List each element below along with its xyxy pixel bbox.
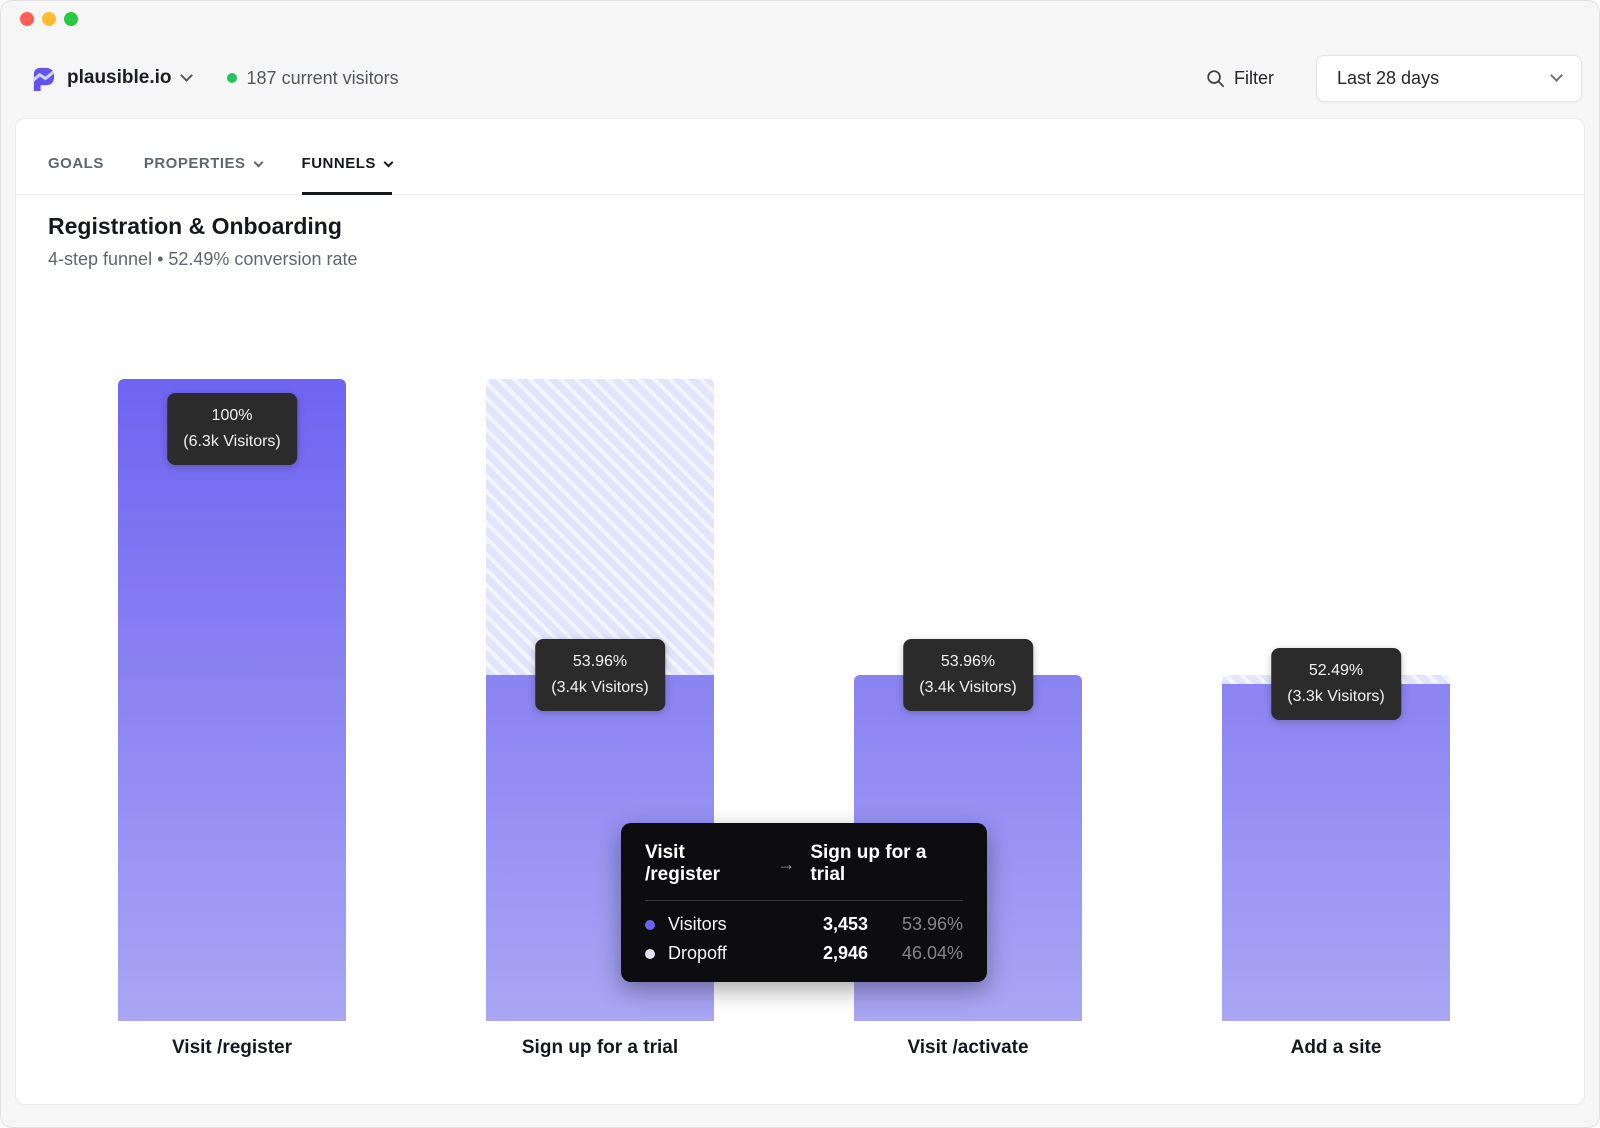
- site-name: plausible.io: [67, 67, 172, 89]
- filter-button[interactable]: Filter: [1206, 68, 1274, 89]
- tooltip-from-step: Visit /register: [645, 842, 762, 886]
- badge-percent: 53.96%: [551, 649, 649, 675]
- bar-value-badge: 53.96%(3.4k Visitors): [903, 639, 1033, 711]
- funnel-step-label: Sign up for a trial: [522, 1037, 678, 1059]
- current-visitors: 187 current visitors: [227, 68, 399, 89]
- tooltip-header: Visit /register → Sign up for a trial: [645, 842, 963, 886]
- minimize-button[interactable]: [42, 12, 56, 26]
- bar-value-badge: 52.49%(3.3k Visitors): [1271, 648, 1401, 720]
- badge-percent: 100%: [183, 403, 281, 429]
- visitors-row-value: 3,453: [772, 914, 868, 935]
- zoom-button[interactable]: [64, 12, 78, 26]
- dropoff-row-value: 2,946: [772, 943, 868, 964]
- window-titlebar: [0, 0, 1600, 38]
- badge-visitors: (3.4k Visitors): [919, 675, 1017, 701]
- chevron-down-icon: [180, 69, 193, 82]
- close-button[interactable]: [20, 12, 34, 26]
- date-range-select[interactable]: Last 28 days: [1316, 55, 1582, 102]
- funnel-step-label: Visit /activate: [907, 1037, 1028, 1059]
- visitors-row-label: Visitors: [668, 914, 727, 935]
- bar-value-badge: 53.96%(3.4k Visitors): [535, 639, 665, 711]
- site-switcher[interactable]: plausible.io: [30, 65, 191, 92]
- app-header: plausible.io 187 current visitors Filter…: [0, 38, 1600, 118]
- badge-visitors: (3.4k Visitors): [551, 675, 649, 701]
- funnel-bar[interactable]: [1222, 684, 1450, 1021]
- tooltip-divider: [645, 900, 963, 901]
- current-visitors-label: 187 current visitors: [247, 68, 399, 89]
- dropoff-row-percent: 46.04%: [868, 943, 963, 964]
- funnel-tooltip: Visit /register → Sign up for a trial Vi…: [621, 823, 987, 982]
- badge-percent: 52.49%: [1287, 658, 1385, 684]
- funnel-bar-dropoff-area[interactable]: [486, 379, 714, 675]
- arrow-right-icon: →: [777, 854, 795, 875]
- visitors-dot-icon: [645, 920, 655, 930]
- funnel-card: GOALSPROPERTIESFUNNELS Registration & On…: [15, 118, 1585, 1105]
- tooltip-visitors-row: Visitors 3,453 53.96%: [645, 914, 963, 935]
- dropoff-dot-icon: [645, 949, 655, 959]
- visitors-row-percent: 53.96%: [868, 914, 963, 935]
- live-dot-icon: [227, 73, 237, 83]
- traffic-lights: [20, 12, 78, 26]
- search-icon: [1206, 69, 1225, 88]
- funnel-step-label: Visit /register: [172, 1037, 292, 1059]
- tooltip-to-step: Sign up for a trial: [810, 842, 963, 886]
- badge-visitors: (3.3k Visitors): [1287, 684, 1385, 710]
- tooltip-dropoff-row: Dropoff 2,946 46.04%: [645, 943, 963, 964]
- chevron-down-icon: [1550, 69, 1563, 82]
- funnel-step-label: Add a site: [1291, 1037, 1382, 1059]
- badge-visitors: (6.3k Visitors): [183, 429, 281, 455]
- app-window: plausible.io 187 current visitors Filter…: [0, 0, 1600, 1128]
- filter-label: Filter: [1234, 68, 1274, 89]
- bar-value-badge: 100%(6.3k Visitors): [167, 393, 297, 465]
- funnel-bar[interactable]: [118, 379, 346, 1021]
- badge-percent: 53.96%: [919, 649, 1017, 675]
- dropoff-row-label: Dropoff: [668, 943, 727, 964]
- plausible-logo-icon: [30, 65, 57, 92]
- date-range-value: Last 28 days: [1337, 68, 1439, 89]
